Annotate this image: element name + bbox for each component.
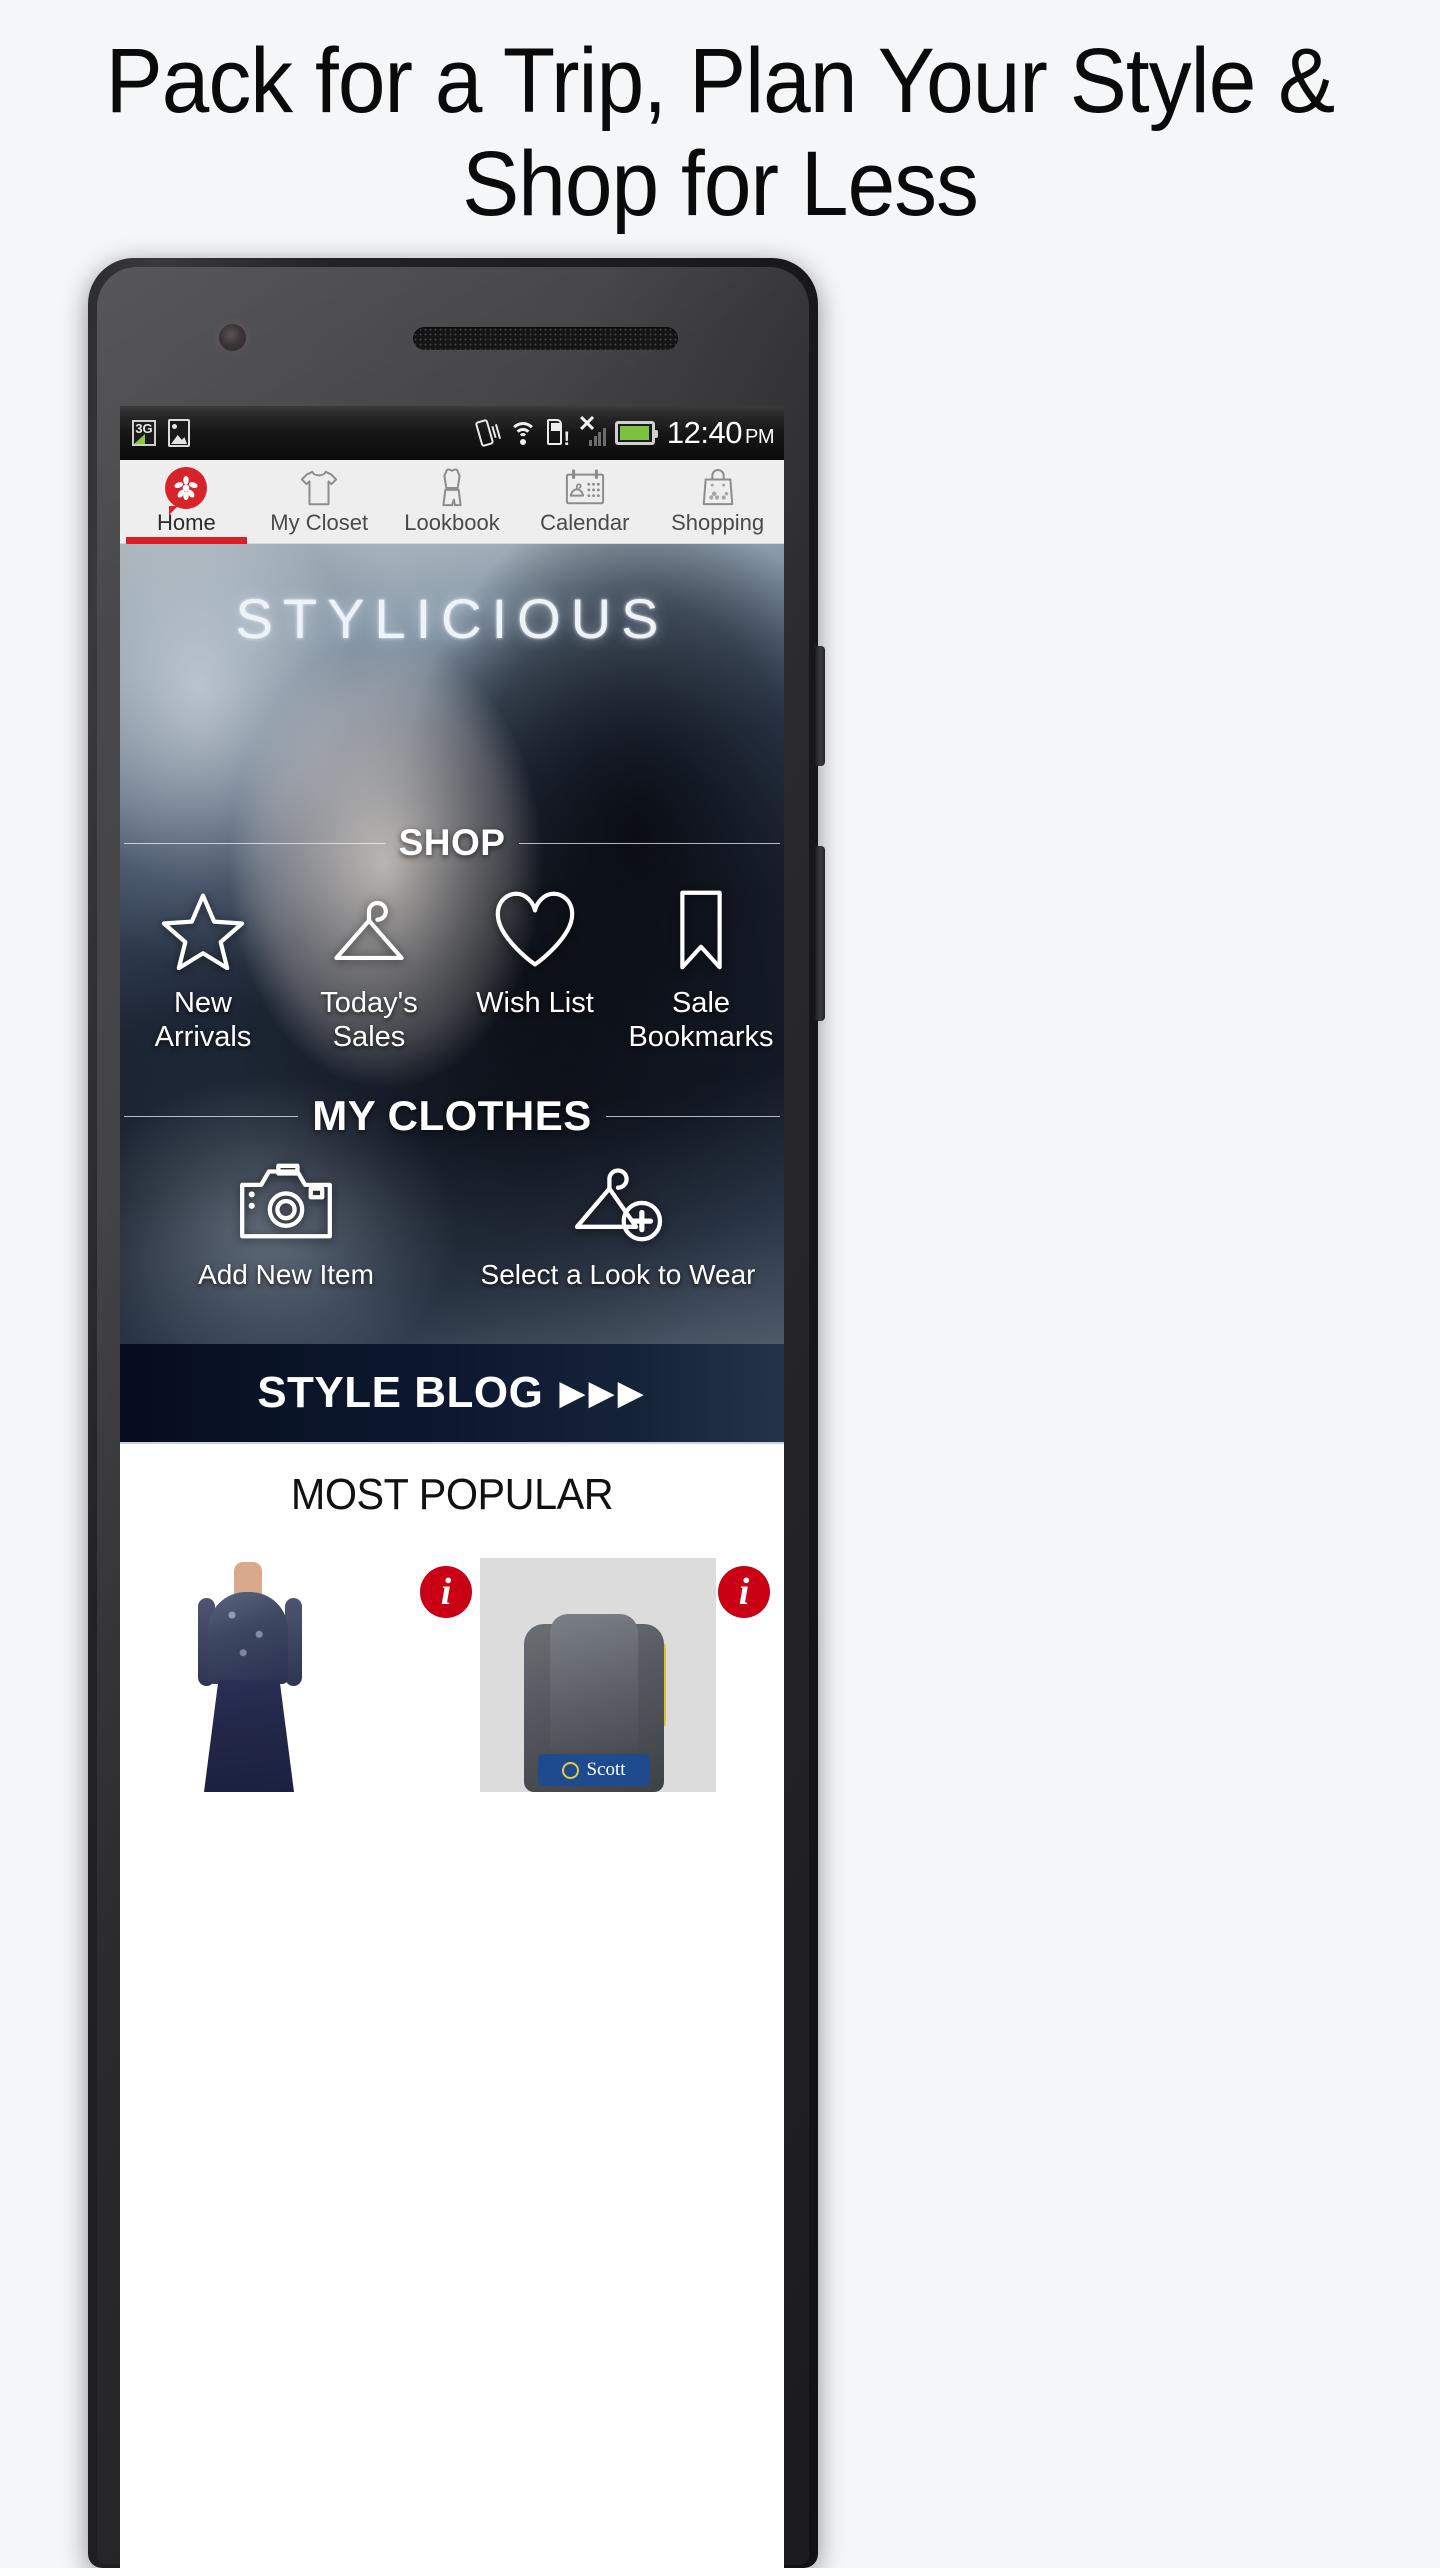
tab-lookbook-label: Lookbook bbox=[404, 510, 500, 535]
status-bar-clock: 12:40 PM bbox=[666, 415, 775, 451]
style-blog-banner[interactable]: STYLE BLOG ▶▶▶ bbox=[120, 1344, 784, 1442]
gown-image bbox=[190, 1562, 310, 1792]
backpack-image: Scott bbox=[480, 1558, 716, 1792]
brand-mark-icon bbox=[562, 1761, 580, 1779]
tab-home-label: Home bbox=[157, 510, 216, 535]
tab-shopping[interactable]: Shopping bbox=[651, 460, 784, 543]
earpiece-speaker-icon bbox=[413, 327, 678, 350]
style-blog-label: STYLE BLOG bbox=[257, 1368, 544, 1417]
clothes-item-add-new-item[interactable]: Add New Item bbox=[120, 1154, 452, 1292]
shop-section-header: SHOP bbox=[120, 822, 784, 864]
flower-badge-icon bbox=[165, 466, 208, 515]
hanger-icon bbox=[327, 882, 411, 978]
no-signal-icon: ✕ bbox=[576, 413, 606, 448]
shop-item-label: Sale Bookmarks bbox=[628, 987, 774, 1053]
photo-icon bbox=[168, 419, 190, 447]
clothes-item-label: Add New Item bbox=[198, 1259, 374, 1290]
camera-icon bbox=[238, 1154, 334, 1250]
backpack-brand-label: Scott bbox=[538, 1754, 650, 1786]
product-row: i Scott i bbox=[120, 1558, 784, 1792]
main-nav-tabs: Home My Closet Lookbook Calendar Shoppin… bbox=[120, 460, 784, 544]
divider-left bbox=[124, 1115, 299, 1117]
status-bar-right: ! ✕ 12:40 PM bbox=[474, 413, 775, 451]
brand-wordmark: STYLICIOUS bbox=[235, 587, 669, 650]
volume-button[interactable] bbox=[815, 846, 825, 1021]
battery-icon bbox=[614, 421, 658, 445]
shop-item-label: Today's Sales bbox=[320, 987, 418, 1053]
shop-section-title: SHOP bbox=[398, 822, 506, 863]
info-badge-icon[interactable]: i bbox=[718, 1566, 770, 1618]
front-camera-icon bbox=[219, 324, 246, 351]
tab-calendar-label: Calendar bbox=[540, 510, 630, 535]
clothes-action-grid: Add New Item Select a Look to Wear bbox=[120, 1154, 784, 1292]
divider-right bbox=[519, 842, 781, 844]
tab-my-closet-label: My Closet bbox=[270, 510, 369, 535]
hero-background-image: STYLICIOUS SHOP New Arrivals Today's Sal… bbox=[120, 544, 784, 1344]
heart-icon bbox=[492, 882, 578, 978]
dress-icon bbox=[437, 466, 467, 510]
clock-time: 12:40 bbox=[666, 415, 743, 450]
clock-meridiem: PM bbox=[745, 426, 775, 448]
most-popular-section: MOST POPULAR i Scott i bbox=[120, 1442, 784, 1802]
power-button[interactable] bbox=[815, 646, 825, 766]
vibrate-icon bbox=[474, 418, 501, 448]
divider-left bbox=[124, 842, 385, 844]
status-bar: 3G ! ✕ 12:40 PM bbox=[120, 406, 784, 460]
tab-lookbook[interactable]: Lookbook bbox=[386, 460, 519, 543]
shop-item-sale-bookmarks[interactable]: Sale Bookmarks bbox=[618, 882, 784, 1054]
clothes-section-header: MY CLOTHES bbox=[120, 1092, 784, 1140]
phone-screen: 3G ! ✕ 12:40 PM Home My Closet Lookbook … bbox=[120, 406, 784, 2568]
tab-home[interactable]: Home bbox=[120, 460, 253, 544]
star-icon bbox=[161, 882, 245, 978]
product-card-gown[interactable]: i bbox=[128, 1562, 472, 1792]
3g-icon: 3G bbox=[132, 420, 156, 446]
phone-mockup: 3G ! ✕ 12:40 PM Home My Closet Lookbook … bbox=[88, 258, 825, 2568]
tab-shopping-label: Shopping bbox=[671, 510, 765, 535]
shop-item-todays-sales[interactable]: Today's Sales bbox=[286, 882, 452, 1054]
active-tab-indicator bbox=[126, 537, 247, 544]
status-bar-left: 3G bbox=[132, 419, 190, 447]
tab-my-closet[interactable]: My Closet bbox=[253, 460, 386, 543]
shop-item-wish-list[interactable]: Wish List bbox=[452, 882, 618, 1054]
sim-card-alert-icon: ! bbox=[546, 418, 570, 449]
clothes-section-title: MY CLOTHES bbox=[312, 1092, 592, 1139]
divider-right bbox=[605, 1115, 780, 1117]
product-card-backpack[interactable]: Scott i bbox=[452, 1558, 776, 1792]
shop-item-new-arrivals[interactable]: New Arrivals bbox=[120, 882, 286, 1054]
hanger-plus-icon bbox=[569, 1154, 667, 1250]
tab-calendar[interactable]: Calendar bbox=[518, 460, 651, 543]
shopping-bag-icon bbox=[699, 466, 737, 510]
shop-item-label: New Arrivals bbox=[154, 987, 252, 1053]
bookmark-icon bbox=[672, 882, 730, 978]
tshirt-icon bbox=[298, 466, 340, 510]
shop-item-label: Wish List bbox=[476, 987, 594, 1019]
triple-arrow-icon: ▶▶▶ bbox=[559, 1374, 647, 1412]
calendar-hanger-icon bbox=[563, 466, 607, 510]
wifi-icon bbox=[508, 420, 538, 446]
page-title: Pack for a Trip, Plan Your Style & Shop … bbox=[105, 30, 1336, 236]
clothes-item-label: Select a Look to Wear bbox=[480, 1259, 756, 1290]
clothes-item-select-a-look[interactable]: Select a Look to Wear bbox=[452, 1154, 784, 1292]
most-popular-title: MOST POPULAR bbox=[290, 1470, 614, 1519]
shop-action-grid: New Arrivals Today's Sales Wish List Sal… bbox=[120, 882, 784, 1054]
brand-label-text: Scott bbox=[586, 1759, 626, 1780]
